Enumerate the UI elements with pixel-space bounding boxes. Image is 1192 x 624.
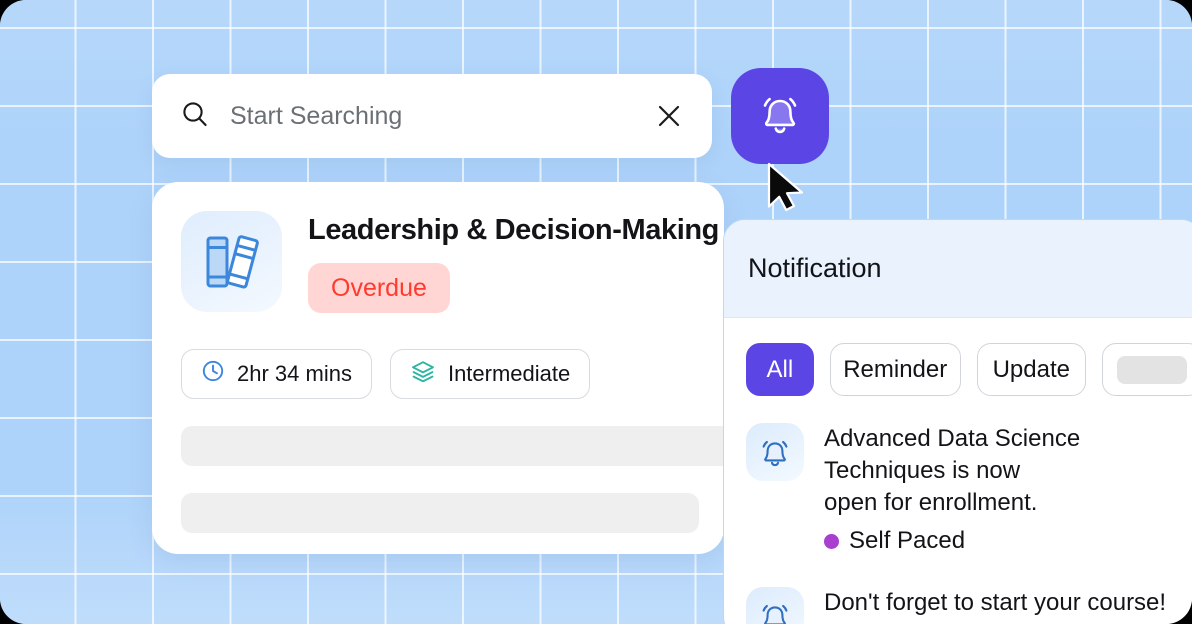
- tab-reminder[interactable]: Reminder: [829, 343, 961, 396]
- search-input[interactable]: [230, 101, 652, 131]
- notifications-button[interactable]: [731, 68, 829, 164]
- tab-all-label: All: [766, 355, 794, 383]
- search-bar[interactable]: [152, 74, 712, 158]
- books-icon: [181, 211, 282, 312]
- skeleton-placeholder: [181, 493, 699, 533]
- close-icon[interactable]: [652, 99, 686, 133]
- bell-icon: [746, 423, 804, 481]
- tab-reminder-label: Reminder: [843, 355, 948, 383]
- course-title: Leadership & Decision-Making: [308, 214, 719, 246]
- notification-item-body: Advanced Data Science Techniques is now …: [824, 423, 1192, 555]
- notification-item-text: Don't forget to start your course!: [824, 589, 1167, 616]
- tab-all[interactable]: All: [746, 343, 814, 396]
- course-meta-list: 2hr 34 mins Intermediate: [181, 349, 591, 399]
- app-canvas: Leadership & Decision-Making Overdue 2hr…: [0, 0, 1192, 624]
- course-duration-chip[interactable]: 2hr 34 mins: [181, 349, 372, 399]
- clock-icon: [201, 359, 225, 389]
- notification-filter-tabs: All Reminder Update: [724, 318, 1192, 396]
- status-dot-icon: [824, 533, 839, 549]
- course-level-label: Intermediate: [447, 361, 571, 386]
- course-level-chip[interactable]: Intermediate: [389, 349, 591, 399]
- tab-update[interactable]: Update: [976, 343, 1086, 396]
- status-badge: Overdue: [308, 263, 450, 313]
- course-card[interactable]: Leadership & Decision-Making Overdue 2hr…: [152, 182, 724, 554]
- skeleton-placeholder: [1116, 355, 1187, 384]
- layers-icon: [410, 359, 436, 389]
- bell-icon: [746, 587, 804, 624]
- notification-item-text: Advanced Data Science Techniques is now …: [824, 425, 1081, 516]
- tab-loading-placeholder[interactable]: [1101, 343, 1192, 396]
- tab-update-label: Update: [992, 355, 1070, 383]
- notification-item-tag-label: Self Paced: [849, 527, 966, 554]
- notification-item-body: Don't forget to start your course!: [824, 587, 1192, 624]
- notification-panel-header: Notification: [724, 220, 1192, 318]
- skeleton-placeholder: [181, 426, 724, 466]
- notification-item[interactable]: Don't forget to start your course!: [724, 587, 1192, 624]
- search-icon: [180, 99, 210, 134]
- notification-panel: Notification All Reminder Update Advance…: [723, 219, 1192, 624]
- notification-item[interactable]: Advanced Data Science Techniques is now …: [724, 423, 1192, 555]
- notification-panel-title: Notification: [748, 253, 882, 283]
- course-duration-label: 2hr 34 mins: [237, 361, 352, 386]
- notification-item-tag: Self Paced: [824, 527, 1192, 555]
- bell-icon: [756, 90, 804, 143]
